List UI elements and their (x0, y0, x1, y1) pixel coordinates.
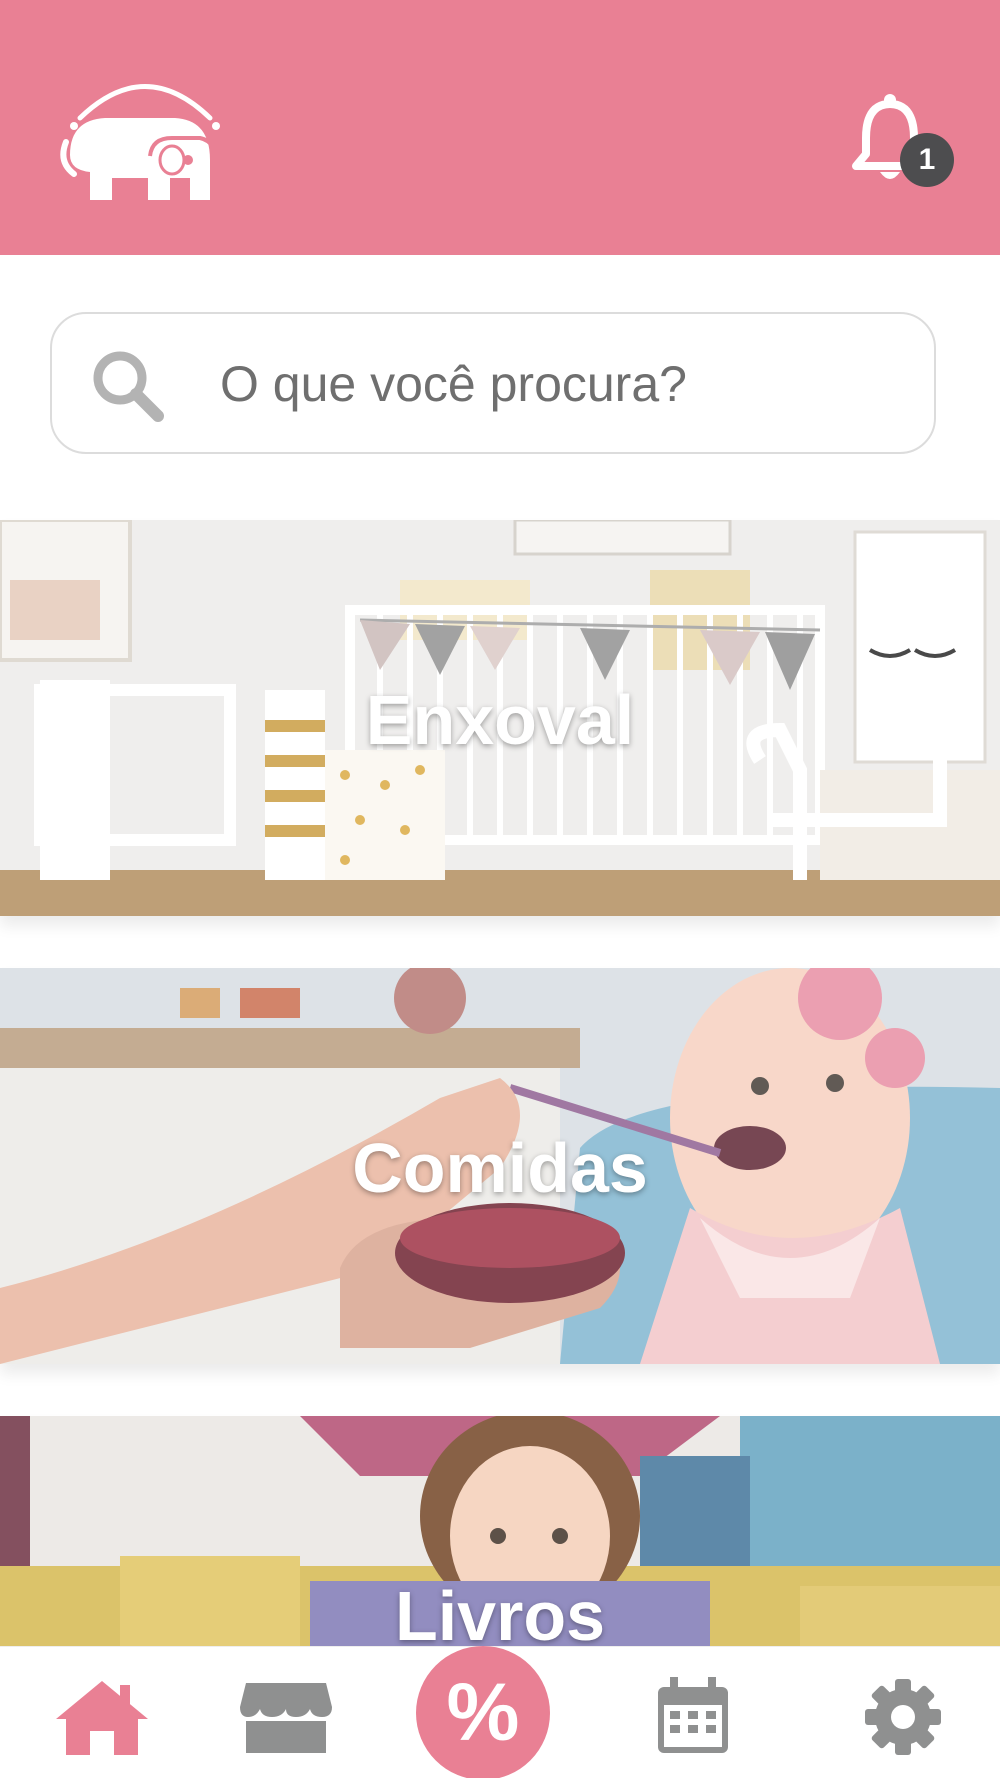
percent-icon: % (446, 1667, 520, 1758)
calendar-icon[interactable] (648, 1677, 738, 1757)
app-header: 1 (0, 0, 1000, 255)
store-icon[interactable] (236, 1677, 336, 1757)
category-card-comidas[interactable]: Comidas (0, 968, 1000, 1364)
category-label-comidas: Comidas (352, 1129, 648, 1207)
search-bar[interactable] (50, 312, 936, 454)
elephant-logo[interactable] (60, 60, 230, 210)
category-card-enxoval[interactable]: Enxoval (0, 520, 1000, 916)
notification-badge: 1 (900, 133, 954, 187)
category-label-enxoval: Enxoval (365, 681, 635, 759)
home-icon[interactable] (52, 1677, 152, 1757)
category-card-livros[interactable]: Livros (0, 1416, 1000, 1656)
app-screen: 1 O que você procura? Enxoval Comidas Li… (0, 0, 1000, 1778)
category-label-livros: Livros (394, 1577, 606, 1655)
search-input[interactable] (220, 344, 900, 424)
promo-button[interactable]: % (416, 1646, 550, 1778)
search-icon (93, 351, 164, 422)
gear-icon[interactable] (858, 1677, 948, 1757)
